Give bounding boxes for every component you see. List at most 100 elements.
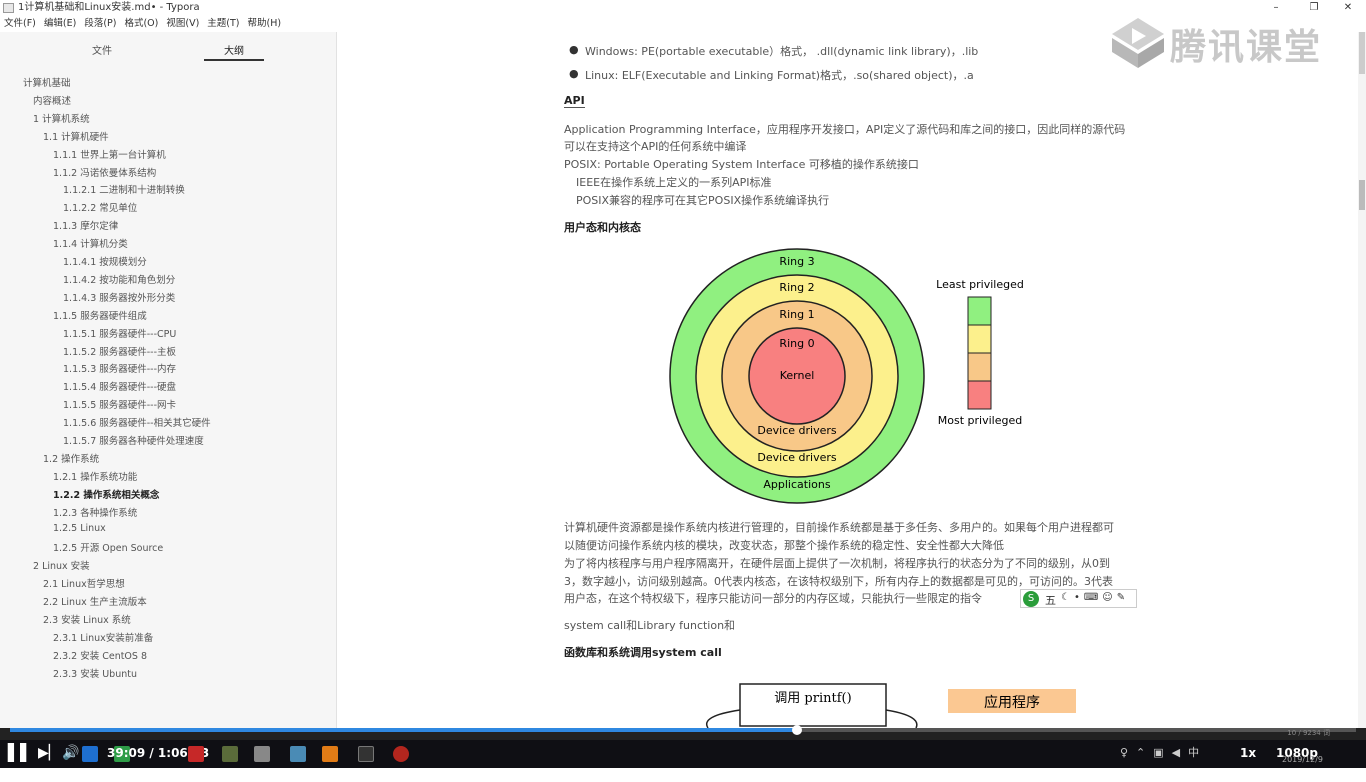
outline-item[interactable]: 1.1.3 摩尔定律 — [53, 218, 118, 232]
outline-item[interactable]: 1.1.5.4 服务器硬件---硬盘 — [63, 379, 176, 393]
outline-item[interactable]: 1 计算机系统 — [33, 111, 90, 125]
ring3-label: Ring 3 — [779, 255, 814, 268]
progress-fill — [10, 728, 798, 732]
para-ieee: IEEE在操作系统上定义的一系列API标准 — [576, 176, 772, 189]
terminal-icon[interactable] — [358, 746, 374, 762]
device-drivers-label: Device drivers — [757, 424, 836, 437]
sogou-icon[interactable]: S — [1023, 591, 1039, 607]
outline-item[interactable]: 2.3.1 Linux安装前准备 — [53, 630, 153, 644]
outline-item[interactable]: 2.2 Linux 生产主流版本 — [43, 594, 147, 608]
outline-item[interactable]: 1.1.4 计算机分类 — [53, 236, 128, 250]
bullet-windows: Windows: PE(portable executable）格式， .dll… — [585, 45, 979, 58]
tray-icons[interactable]: ♀⌃▣◀中 — [1120, 740, 1207, 768]
para-api-1: Application Programming Interface，应用程序开发… — [564, 123, 1126, 136]
legend-ring3 — [967, 296, 992, 326]
outline-item[interactable]: 2.3.3 安装 Ubuntu — [53, 666, 137, 680]
tab-files[interactable]: 文件 — [92, 42, 112, 57]
menu-help[interactable]: 帮助(H) — [248, 16, 282, 32]
outline-item[interactable]: 1.2.5 开源 Open Source — [53, 540, 163, 554]
outline-item[interactable]: 1.1.5.5 服务器硬件---网卡 — [63, 397, 176, 411]
outline-item[interactable]: 计算机基础 — [23, 75, 71, 89]
app-icon[interactable] — [393, 746, 409, 762]
call-arc-right — [885, 709, 918, 729]
typora-app-icon — [3, 3, 14, 13]
outline-item[interactable]: 1.2.1 操作系统功能 — [53, 469, 137, 483]
volume-icon[interactable]: 🔊 — [62, 740, 79, 768]
player-controls: ▌▌ ▶▏ 🔊 39:09 / 1:06:53 ♀⌃▣◀中 1x 1080p 2… — [0, 740, 1366, 768]
editor-content[interactable]: ● Windows: PE(portable executable）格式， .d… — [338, 32, 1356, 728]
para-posix-compat: POSIX兼容的程序可在其它POSIX操作系统编译执行 — [576, 194, 830, 207]
ime-mode-label[interactable]: 五 — [1045, 592, 1056, 608]
app-icon[interactable] — [188, 746, 204, 762]
speed-button[interactable]: 1x — [1240, 740, 1256, 768]
outline-item[interactable]: 1.1.5.3 服务器硬件---内存 — [63, 361, 176, 375]
ring1-label: Ring 1 — [779, 308, 814, 321]
scrollbar-thumb[interactable] — [1359, 180, 1365, 210]
sidebar-tabs: 文件 大纲 — [0, 32, 336, 62]
ie-icon[interactable] — [82, 746, 98, 762]
outline-item[interactable]: 2 Linux 安装 — [33, 558, 90, 572]
syscall-diagram-svg: 调用 printf() 应用程序 — [706, 683, 1076, 729]
outline-item[interactable]: 1.1.5 服务器硬件组成 — [53, 308, 147, 322]
progress-knob[interactable] — [792, 725, 803, 735]
outline-item[interactable]: 1.2 操作系统 — [43, 451, 99, 465]
outline-item[interactable]: 1.1.2.2 常见单位 — [63, 200, 137, 214]
bullet-icon: ● — [569, 43, 579, 56]
outline-item[interactable]: 1.1.5.7 服务器各种硬件处理速度 — [63, 433, 204, 447]
outline-item[interactable]: 1.1.5.2 服务器硬件---主板 — [63, 344, 176, 358]
window-title: 1计算机基础和Linux安装.md• - Typora — [18, 2, 200, 13]
pause-icon[interactable]: ▌▌ — [8, 740, 33, 768]
outline-item[interactable]: 1.1.4.1 按规模划分 — [63, 254, 147, 268]
vertical-scrollbar[interactable] — [1358, 32, 1366, 728]
menu-format[interactable]: 格式(O) — [124, 16, 158, 32]
most-privileged-label: Most privileged — [938, 414, 1022, 427]
para-kernel-5: 用户态，在这个特权级下，程序只能访问一部分的内存区域，只能执行一些限定的指令 — [564, 592, 982, 605]
legend-ring0 — [967, 380, 992, 410]
outline-item[interactable]: 1.2.2 操作系统相关概念 — [53, 487, 159, 501]
outline-item[interactable]: 2.3.2 安装 CentOS 8 — [53, 648, 147, 662]
outline-item[interactable]: 1.2.5 Linux — [53, 523, 106, 534]
menu-view[interactable]: 视图(V) — [166, 16, 199, 32]
menu-paragraph[interactable]: 段落(P) — [84, 16, 116, 32]
app-icon[interactable] — [290, 746, 306, 762]
outline-item[interactable]: 1.1.5.1 服务器硬件---CPU — [63, 326, 176, 340]
heading-user-kernel: 用户态和内核态 — [564, 221, 641, 234]
tab-outline[interactable]: 大纲 — [224, 42, 244, 57]
outline-item[interactable]: 1.1.5.6 服务器硬件--相关其它硬件 — [63, 415, 211, 429]
para-kernel-1: 计算机硬件资源都是操作系统内核进行管理的，目前操作系统都是基于多任务、多用户的。… — [564, 521, 1114, 534]
outline-item[interactable]: 1.1.2.1 二进制和十进制转换 — [63, 182, 185, 196]
para-api-2: 可以在支持这个API的任何系统中编译 — [564, 140, 747, 153]
outline-item[interactable]: 1.2.3 各种操作系统 — [53, 505, 137, 519]
outline-item[interactable]: 1.1.4.3 服务器按外形分类 — [63, 290, 175, 304]
outline-item[interactable]: 1.1.4.2 按功能和角色划分 — [63, 272, 175, 286]
minimize-button[interactable]: – — [1258, 0, 1294, 16]
menu-edit[interactable]: 编辑(E) — [44, 16, 76, 32]
app-icon[interactable] — [322, 746, 338, 762]
menu-theme[interactable]: 主题(T) — [207, 16, 239, 32]
ime-toolbar[interactable]: S 五 ☾•⌨☺✎ — [1020, 589, 1137, 608]
para-kernel-2: 以随便访问操作系统内核的模块，改变状态，那整个操作系统的稳定性、安全性都大大降低 — [564, 539, 1004, 552]
para-kernel-4: 3，数字越小，访问级别越高。0代表内核态，在该特权级别下，所有内存上的数据都是可… — [564, 575, 1113, 588]
video-progress-bar[interactable]: 10 / 9234 词 — [0, 725, 1366, 740]
scrollbar-top — [1359, 32, 1365, 74]
word-count: 10 / 9234 词 — [1287, 729, 1330, 737]
maximize-button[interactable]: ❐ — [1296, 0, 1332, 16]
next-icon[interactable]: ▶▏ — [38, 740, 60, 768]
outline-item[interactable]: 1.1.1 世界上第一台计算机 — [53, 147, 166, 161]
outline-item[interactable]: 内容概述 — [33, 93, 71, 107]
outline-item[interactable]: 1.1.2 冯诺依曼体系结构 — [53, 165, 156, 179]
watermark-text: 腾讯课堂 — [1170, 27, 1323, 68]
menu-file[interactable]: 文件(F) — [4, 16, 36, 32]
legend-ring2 — [967, 324, 992, 354]
para-kernel-3: 为了将内核程序与用户程序隔离开，在硬件层面上提供了一次机制，将程序执行的状态分为… — [564, 557, 1110, 570]
outline-item[interactable]: 1.1 计算机硬件 — [43, 129, 109, 143]
legend-ring1 — [967, 352, 992, 382]
outline-item[interactable]: 2.3 安装 Linux 系统 — [43, 612, 131, 626]
app-icon[interactable] — [222, 746, 238, 762]
heading-syscall: 函数库和系统调用system call — [564, 646, 722, 659]
close-button[interactable]: ✕ — [1330, 0, 1366, 16]
typora-taskbar-icon[interactable] — [254, 746, 270, 762]
least-privileged-label: Least privileged — [936, 278, 1024, 291]
ime-tool-icons[interactable]: ☾•⌨☺✎ — [1061, 592, 1129, 603]
outline-item[interactable]: 2.1 Linux哲学思想 — [43, 576, 125, 590]
